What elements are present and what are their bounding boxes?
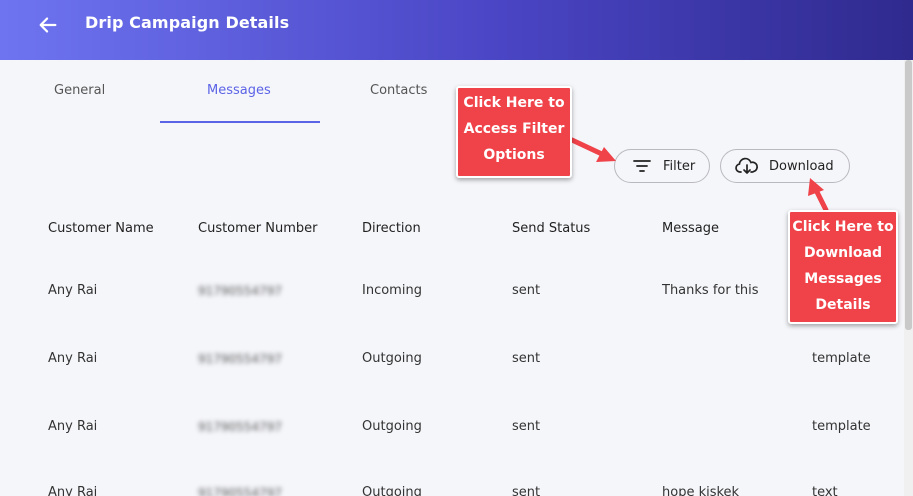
download-callout-line: Messages: [804, 271, 882, 287]
filter-icon: [633, 160, 651, 172]
cell-customer-name: Any Rai: [48, 419, 98, 434]
column-header-message[interactable]: Message: [662, 221, 719, 236]
tab-contacts[interactable]: Contacts: [370, 83, 427, 98]
back-arrow-icon[interactable]: [37, 14, 59, 36]
cell-direction: Outgoing: [362, 485, 422, 496]
cell-direction: Incoming: [362, 283, 422, 298]
cell-message-type: template: [812, 419, 871, 434]
cell-customer-number: 9179055479​7: [198, 352, 282, 366]
scrollbar-thumb[interactable]: [905, 60, 912, 330]
cloud-download-icon: [735, 157, 758, 174]
cell-message-type: text: [812, 485, 838, 496]
download-callout: Click Here to Download Messages Details: [788, 210, 898, 324]
cell-customer-number: 9179055479​7: [198, 284, 282, 298]
cell-send-status: sent: [512, 485, 541, 496]
cell-customer-number: 9179055479​7: [198, 486, 282, 496]
filter-callout-line: Access Filter: [463, 121, 565, 137]
download-callout-line: Click Here to: [792, 219, 894, 235]
cell-message: Thanks for this: [662, 283, 759, 298]
tab-general[interactable]: General: [54, 83, 105, 98]
download-button-label: Download: [769, 158, 834, 174]
cell-customer-name: Any Rai: [48, 351, 98, 366]
column-header-send-status[interactable]: Send Status: [512, 221, 590, 236]
cell-customer-number: 9179055479​7: [198, 420, 282, 434]
cell-customer-name: Any Rai: [48, 485, 98, 496]
cell-send-status: sent: [512, 419, 541, 434]
filter-callout-arrow: [569, 137, 616, 162]
filter-callout: Click Here to Access Filter Options: [456, 86, 572, 178]
cell-message-type: template: [812, 351, 871, 366]
cell-direction: Outgoing: [362, 419, 422, 434]
cell-send-status: sent: [512, 351, 541, 366]
cell-message: hope kiskek: [662, 485, 740, 496]
page-title: Drip Campaign Details: [85, 13, 290, 32]
column-header-customer-number[interactable]: Customer Number: [198, 221, 318, 236]
download-callout-line: Download: [803, 245, 883, 261]
cell-direction: Outgoing: [362, 351, 422, 366]
filter-button[interactable]: Filter: [614, 149, 710, 183]
download-button[interactable]: Download: [720, 149, 850, 183]
tab-messages[interactable]: Messages: [207, 83, 271, 98]
column-header-direction[interactable]: Direction: [362, 221, 421, 236]
filter-callout-line: Click Here to: [463, 95, 565, 111]
cell-customer-name: Any Rai: [48, 283, 98, 298]
column-header-customer-name[interactable]: Customer Name: [48, 221, 154, 236]
filter-callout-line: Options: [483, 147, 545, 163]
app-header: Drip Campaign Details: [0, 0, 913, 60]
cell-send-status: sent: [512, 283, 541, 298]
filter-button-label: Filter: [663, 158, 696, 174]
download-callout-line: Details: [815, 297, 871, 313]
active-tab-indicator: [160, 121, 320, 123]
callout-arrows: [569, 137, 829, 213]
